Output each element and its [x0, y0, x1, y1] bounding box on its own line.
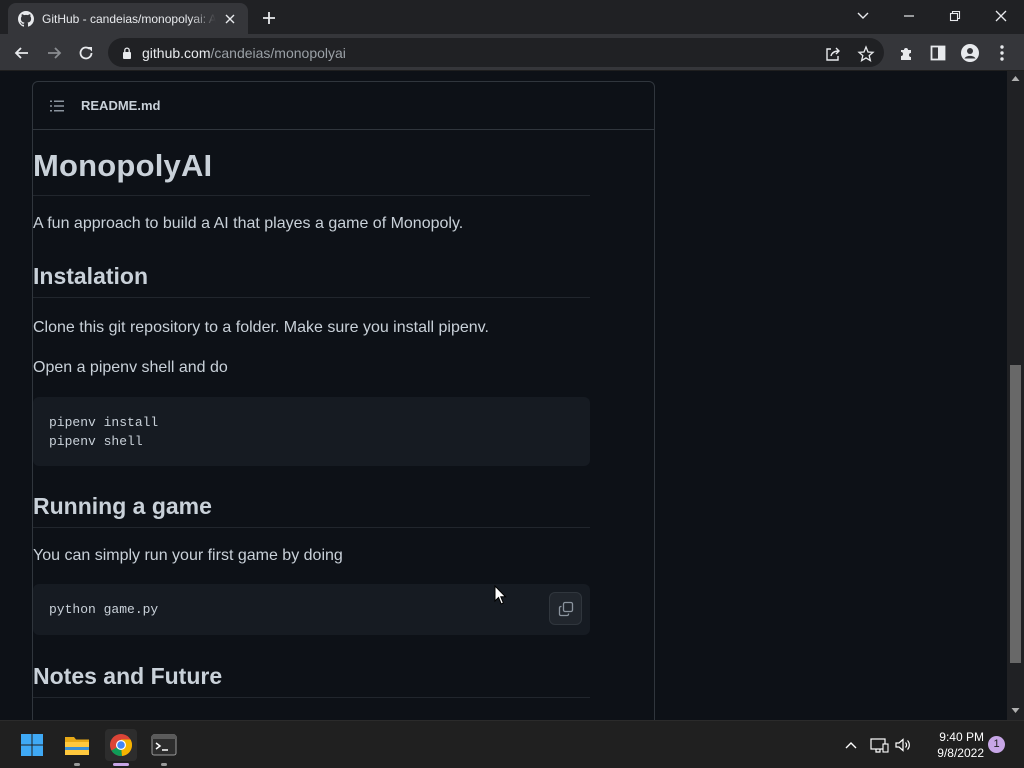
- notes-heading: Notes and Future: [33, 661, 590, 698]
- back-icon[interactable]: [11, 42, 33, 64]
- browser-menu-icon[interactable]: [991, 42, 1013, 64]
- reload-icon[interactable]: [75, 42, 97, 64]
- mouse-cursor-icon: [494, 585, 507, 605]
- readme-header: README.md: [33, 82, 654, 130]
- installation-heading: Instalation: [33, 261, 590, 298]
- folder-icon: [65, 737, 89, 755]
- network-icon[interactable]: [869, 735, 889, 755]
- forward-icon[interactable]: [43, 42, 65, 64]
- start-button[interactable]: [16, 729, 48, 761]
- terminal-taskbar-button[interactable]: [148, 729, 180, 766]
- clock-time: 9:40 PM: [939, 730, 984, 744]
- chrome-icon: [110, 734, 133, 757]
- scroll-up-arrow-icon[interactable]: [1011, 75, 1020, 82]
- notification-count-badge[interactable]: 1: [988, 736, 1005, 753]
- terminal-icon: [151, 734, 177, 756]
- active-indicator: [113, 763, 129, 766]
- running-paragraph: You can simply run your first game by do…: [33, 547, 343, 564]
- extensions-icon[interactable]: [895, 42, 917, 64]
- file-explorer-button[interactable]: [61, 729, 93, 766]
- windows-logo-icon: [21, 734, 43, 756]
- page-viewport: README.md MonopolyAI A fun approach to b…: [0, 71, 1007, 720]
- run-code-line: python game.py: [49, 602, 159, 617]
- browser-tab[interactable]: GitHub - candeias/monopolyai: A fun appr…: [8, 3, 248, 34]
- profile-icon[interactable]: [959, 42, 981, 64]
- browser-toolbar: github.com/candeias/monopolyai: [0, 34, 1024, 71]
- share-icon[interactable]: [824, 45, 842, 63]
- scroll-down-arrow-icon[interactable]: [1011, 707, 1020, 714]
- side-panel-icon[interactable]: [927, 42, 949, 64]
- url-path: /candeias/monopolyai: [210, 44, 346, 61]
- install-code-line: pipenv install: [49, 415, 159, 430]
- restore-icon[interactable]: [942, 4, 968, 28]
- installation-paragraph-1: Clone this git repository to a folder. M…: [33, 319, 489, 336]
- installation-paragraph-2: Open a pipenv shell and do: [33, 359, 228, 376]
- table-of-contents-icon[interactable]: [49, 98, 65, 114]
- browser-tab-strip: GitHub - candeias/monopolyai: A fun appr…: [0, 0, 1024, 34]
- copy-icon: [558, 601, 573, 616]
- close-tab-icon[interactable]: [222, 11, 238, 27]
- address-bar[interactable]: github.com/candeias/monopolyai: [108, 38, 884, 67]
- running-indicator: [74, 763, 80, 766]
- url-text[interactable]: github.com/candeias/monopolyai: [142, 45, 346, 61]
- minimize-icon[interactable]: [896, 4, 922, 28]
- running-indicator: [161, 763, 167, 766]
- close-window-icon[interactable]: [988, 4, 1014, 28]
- windows-taskbar: 9:40 PM 9/8/2022 1: [0, 720, 1024, 768]
- chrome-taskbar-button[interactable]: [105, 729, 137, 766]
- clock-date: 9/8/2022: [937, 746, 984, 760]
- page-scrollbar[interactable]: [1007, 71, 1024, 720]
- github-icon: [18, 10, 34, 27]
- copy-code-button[interactable]: [549, 592, 582, 625]
- install-code-block[interactable]: pipenv install pipenv shell: [33, 397, 590, 466]
- readme-filename[interactable]: README.md: [81, 98, 160, 113]
- show-hidden-icons-chevron-icon[interactable]: [841, 735, 861, 755]
- tab-search-icon[interactable]: [850, 4, 876, 28]
- taskbar-clock[interactable]: 9:40 PM 9/8/2022: [918, 729, 984, 761]
- running-heading: Running a game: [33, 491, 590, 528]
- new-tab-button[interactable]: [258, 7, 280, 29]
- readme-body: MonopolyAI A fun approach to build a AI …: [33, 129, 590, 698]
- tab-title: GitHub - candeias/monopolyai: A fun appr…: [42, 11, 216, 26]
- url-host: github.com: [142, 44, 211, 61]
- readme-title: MonopolyAI: [33, 147, 590, 196]
- volume-icon[interactable]: [893, 735, 913, 755]
- bookmark-star-icon[interactable]: [857, 45, 875, 63]
- install-code-line: pipenv shell: [49, 434, 143, 449]
- intro-paragraph: A fun approach to build a AI that playes…: [33, 215, 464, 232]
- scrollbar-thumb[interactable]: [1010, 365, 1021, 663]
- lock-icon[interactable]: [120, 46, 134, 60]
